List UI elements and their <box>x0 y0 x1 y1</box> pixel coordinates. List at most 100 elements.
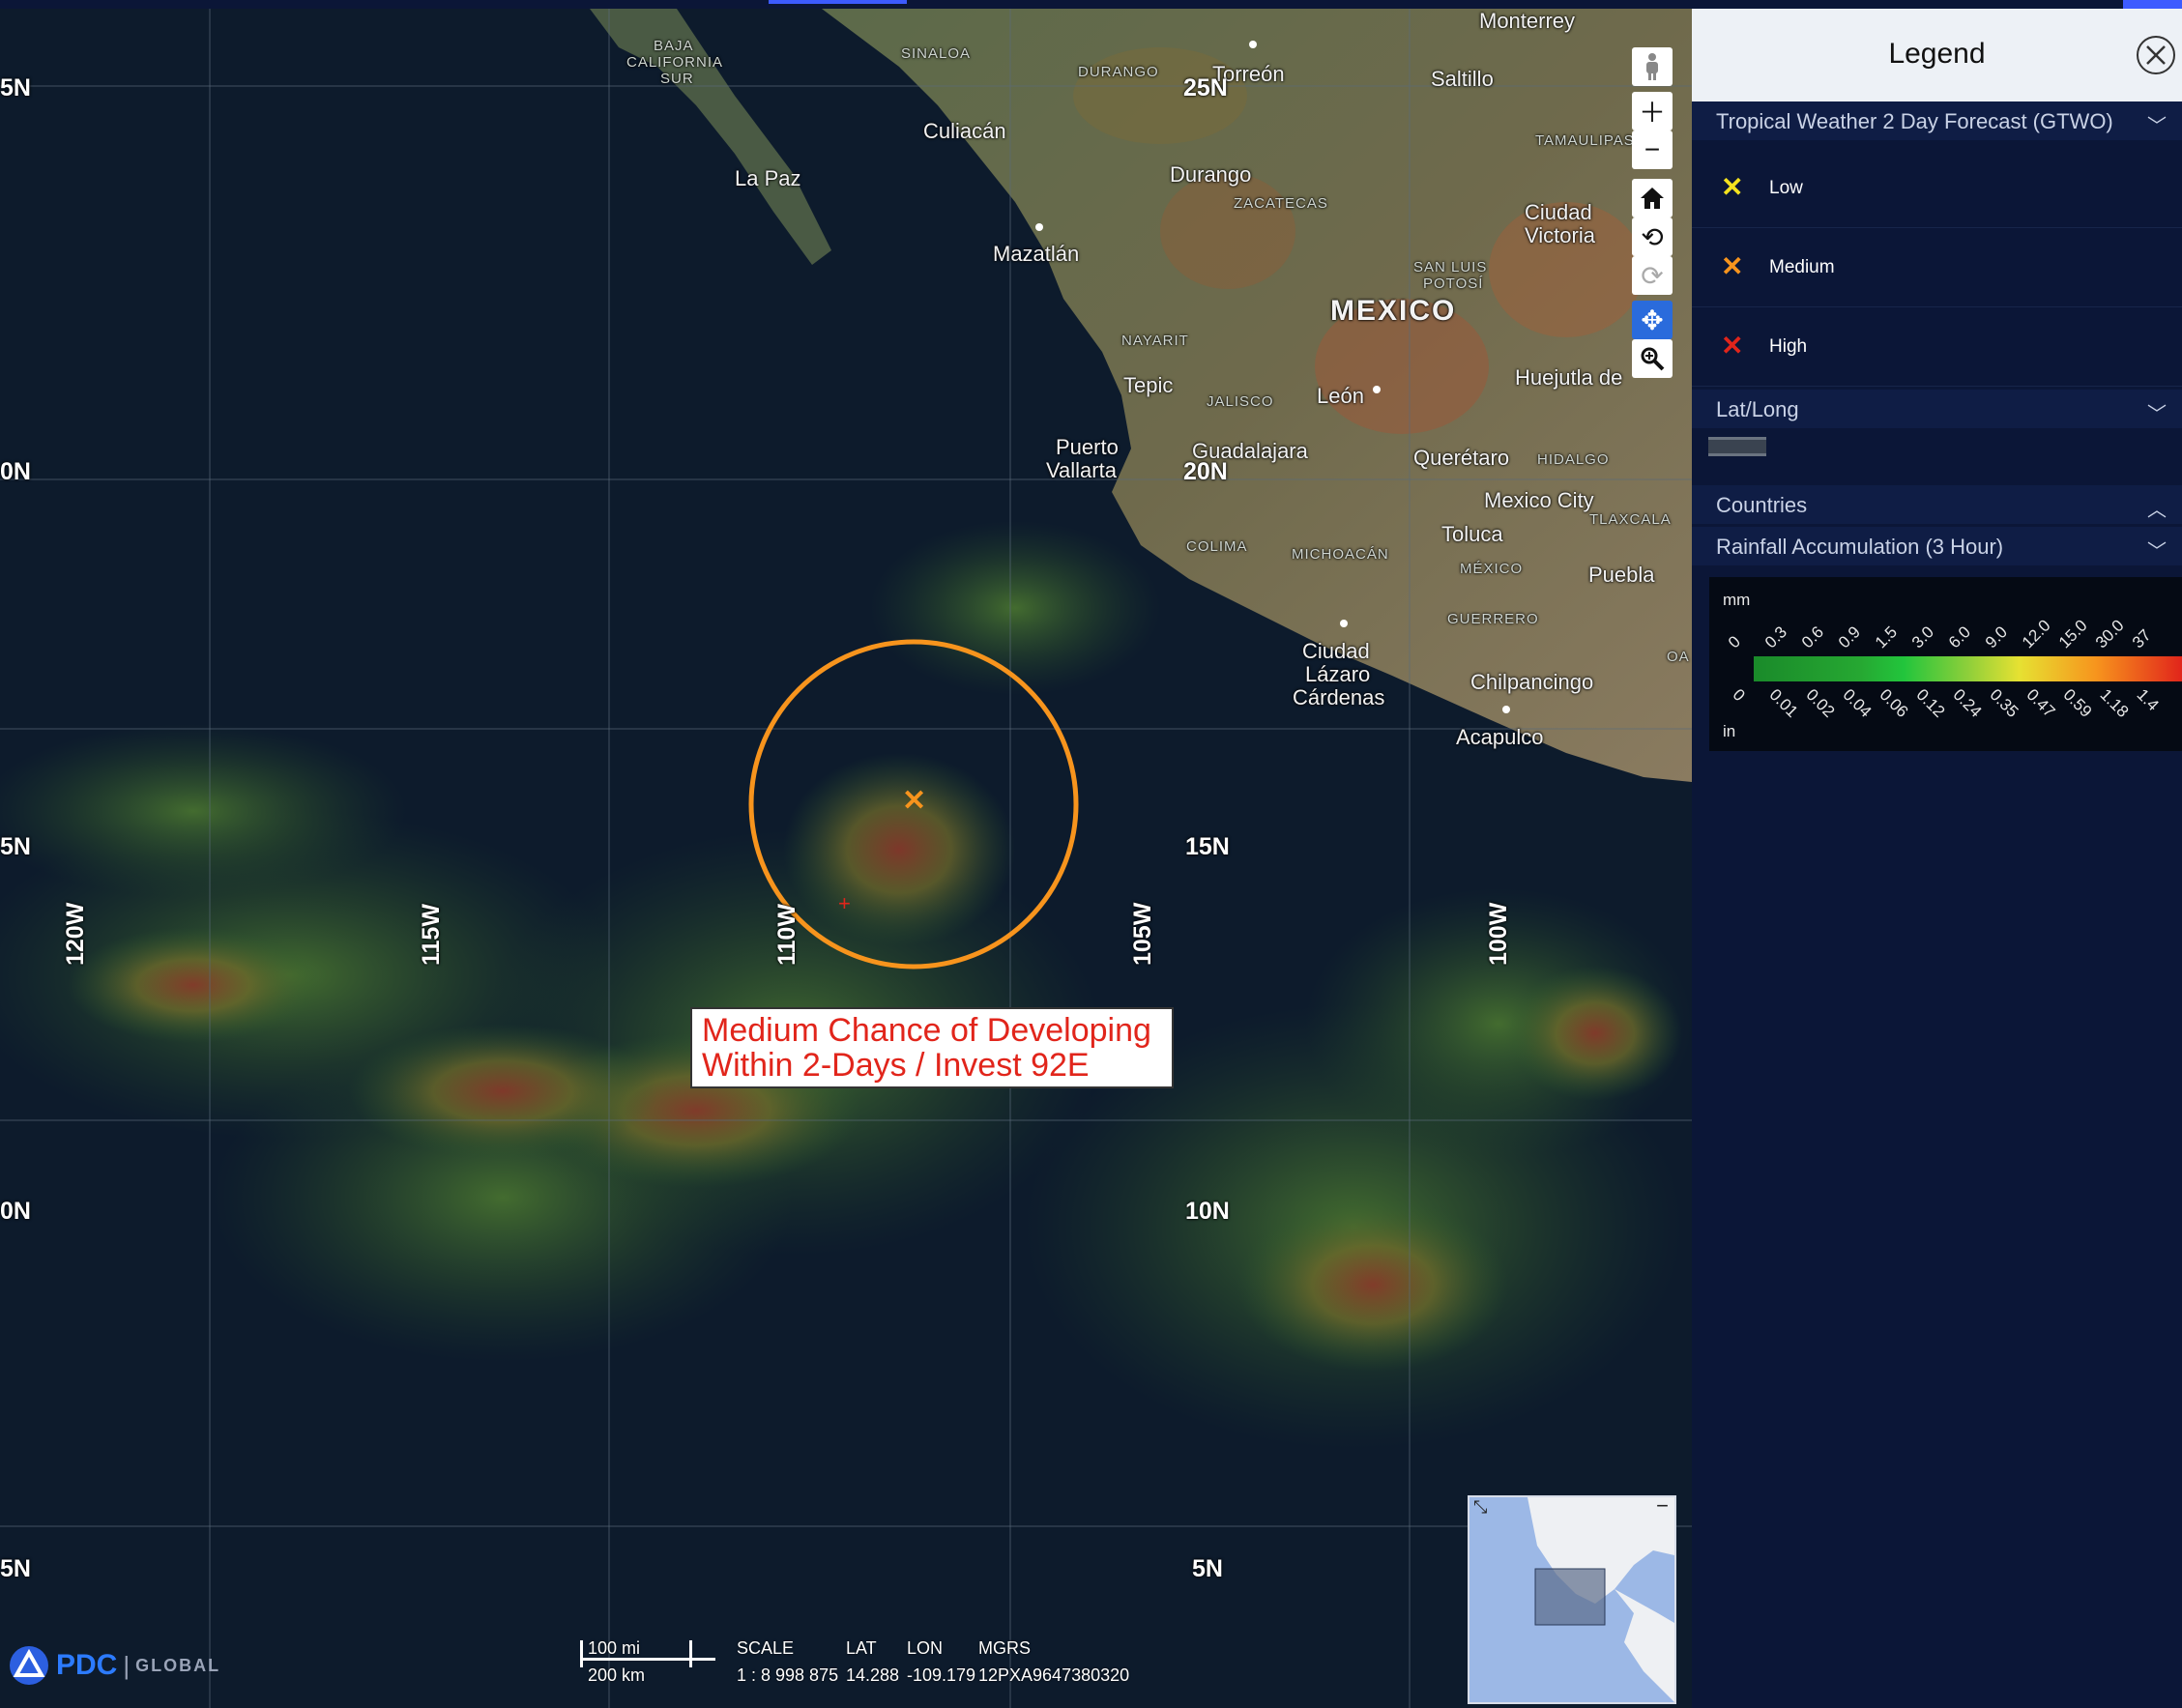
state-label-slp-1: SAN LUIS <box>1413 259 1488 275</box>
callout-line-1: Medium Chance of Developing <box>702 1012 1151 1049</box>
legend-item-label: Medium <box>1769 257 1835 277</box>
state-label-baja-3: SUR <box>660 71 694 87</box>
legend-section-rainfall[interactable]: Rainfall Accumulation (3 Hour) ﹀ <box>1692 527 2182 565</box>
lat-label-left: 5N <box>0 74 31 101</box>
legend-section-gtwo[interactable]: Tropical Weather 2 Day Forecast (GTWO) ﹀ <box>1692 101 2182 140</box>
logo-brand: PDC <box>56 1649 118 1681</box>
overview-map-base <box>1527 1497 1674 1702</box>
unit-mm: mm <box>1723 591 1751 609</box>
cursor-crosshair-icon: + <box>838 891 851 915</box>
map-view[interactable]: BAJA CALIFORNIA SUR SINALOA DURANGO TAMA… <box>0 9 1692 1708</box>
close-icon[interactable] <box>2137 36 2175 74</box>
lat-label-25n: 25N <box>1183 74 1228 101</box>
city-label-queretaro: Querétaro <box>1413 446 1510 470</box>
rotate-right-icon[interactable]: ⟳ <box>1632 256 1673 295</box>
rotate-left-icon[interactable]: ⟲ <box>1632 217 1673 256</box>
in-tick-label: 0.24 <box>1949 685 1986 721</box>
city-label-tepic: Tepic <box>1123 373 1174 397</box>
overview-map[interactable]: ⤡ − <box>1468 1495 1676 1704</box>
in-tick-label: 0.01 <box>1765 685 1802 721</box>
mm-tick-label: 0.3 <box>1760 622 1791 652</box>
lat-value: 14.288 <box>846 1665 900 1685</box>
city-label-culiacan: Culiacán <box>923 119 1006 143</box>
zoom-box-icon[interactable] <box>1632 339 1673 378</box>
mm-tick-label: 1.5 <box>1871 622 1902 652</box>
state-label-michoacan: MICHOACÁN <box>1292 546 1389 563</box>
rain-core <box>348 1024 657 1159</box>
lat-label-left: 0N <box>0 458 31 485</box>
scale-miles: 100 mi <box>588 1638 641 1658</box>
scale-km: 200 km <box>588 1665 646 1685</box>
legend-section-countries[interactable]: Countries ︿ <box>1692 485 2182 524</box>
state-label-durango: DURANGO <box>1078 64 1159 80</box>
city-label-huejutla: Huejutla de <box>1515 365 1623 390</box>
chevron-down-icon: ﹀ <box>2147 116 2167 137</box>
overview-extent-box[interactable] <box>1534 1568 1606 1626</box>
section-title: Lat/Long <box>1716 397 1799 421</box>
city-label-lazaro-2: Lázaro <box>1305 662 1371 686</box>
medium-forecast-marker-icon[interactable]: ✕ <box>902 784 926 818</box>
state-label-colima: COLIMA <box>1186 538 1248 555</box>
rainfall-color-scale: mm in 0 0.3 0.6 0.9 1.5 3.0 6.0 9.0 12.0 15.0 30.0… <box>1709 577 2182 751</box>
zoom-out-icon[interactable]: − <box>1632 130 1673 169</box>
state-label-guerrero: GUERRERO <box>1447 611 1539 627</box>
mm-tick-label: 37 <box>2128 625 2155 652</box>
section-title: Tropical Weather 2 Day Forecast (GTWO) <box>1716 109 2113 133</box>
rain-core <box>68 927 319 1043</box>
lon-label-120w: 120W <box>62 902 89 966</box>
overview-collapse-icon[interactable]: − <box>1656 1497 1669 1519</box>
lon-label: LON <box>907 1638 944 1658</box>
pdc-logo: PDC | GLOBAL <box>8 1644 220 1687</box>
in-tick-label: 0.35 <box>1986 685 2022 721</box>
legend-section-latlong[interactable]: Lat/Long ﹀ <box>1692 390 2182 428</box>
state-label-baja-2: CALIFORNIA <box>626 54 724 71</box>
city-label-la-paz: La Paz <box>735 166 801 190</box>
high-marker-icon: ✕ <box>1721 331 1744 361</box>
state-label-sinaloa: SINALOA <box>901 45 972 62</box>
pan-icon[interactable]: ✥ <box>1632 301 1673 339</box>
in-tick-label: 0.02 <box>1802 685 1839 721</box>
in-tick-label: 0.06 <box>1876 685 1912 721</box>
city-label-chilpancingo: Chilpancingo <box>1470 670 1594 694</box>
city-label-monterrey: Monterrey <box>1479 9 1576 33</box>
callout-line-2: Within 2-Days / Invest 92E <box>702 1047 1090 1084</box>
lon-label-100w: 100W <box>1485 902 1512 966</box>
section-title: Rainfall Accumulation (3 Hour) <box>1716 535 2004 559</box>
legend-title: Legend <box>1888 38 1986 70</box>
city-label-ciudad-victoria: Ciudad Victoria <box>1525 200 1595 247</box>
street-view-icon[interactable] <box>1632 47 1673 86</box>
mm-tick-label: 0 <box>1724 632 1744 652</box>
state-label-mexico: MÉXICO <box>1460 561 1524 577</box>
forecast-callout: Medium Chance of Developing Within 2-Day… <box>690 1007 1174 1088</box>
rain-over-land <box>1160 173 1295 289</box>
lat-label: LAT <box>846 1638 877 1658</box>
mgrs-label: MGRS <box>978 1638 1031 1658</box>
rain-core <box>1508 966 1682 1101</box>
lon-label-105w: 105W <box>1129 902 1156 966</box>
rain-core <box>783 753 1015 946</box>
state-label-jalisco: JALISCO <box>1207 393 1274 410</box>
state-label-nayarit: NAYARIT <box>1121 333 1189 349</box>
state-label-oa: OA <box>1667 649 1690 665</box>
mm-tick-label: 9.0 <box>1981 622 2012 652</box>
pdc-logo-icon <box>10 1646 48 1685</box>
city-label-puerto-vallarta-1: Puerto <box>1056 435 1119 459</box>
rainfall-gradient-bar <box>1754 656 2182 681</box>
mgrs-value: 12PXA9647380320 <box>978 1665 1130 1685</box>
home-icon[interactable] <box>1632 179 1673 217</box>
country-label-mexico: MEXICO <box>1330 295 1457 327</box>
mm-tick-label: 0.6 <box>1797 622 1828 652</box>
city-label-puerto-vallarta-2: Vallarta <box>1046 458 1117 482</box>
city-label-saltillo: Saltillo <box>1431 67 1494 91</box>
zoom-in-icon[interactable]: ＋ <box>1632 92 1673 130</box>
state-label-hidalgo: HIDALGO <box>1537 451 1610 468</box>
mm-tick-label: 0.9 <box>1834 622 1865 652</box>
mm-tick-label: 12.0 <box>2018 616 2054 652</box>
lat-label-15n: 15N <box>1185 833 1230 860</box>
state-label-tlaxcala: TLAXCALA <box>1589 511 1672 528</box>
overview-expand-icon[interactable]: ⤡ <box>1473 1497 1487 1518</box>
legend-panel: Legend Tropical Weather 2 Day Forecast (… <box>1692 9 2182 1708</box>
city-label-leon: León <box>1317 384 1364 408</box>
lat-label-left: 0N <box>0 1198 31 1225</box>
in-tick-label: 0.04 <box>1839 685 1876 721</box>
